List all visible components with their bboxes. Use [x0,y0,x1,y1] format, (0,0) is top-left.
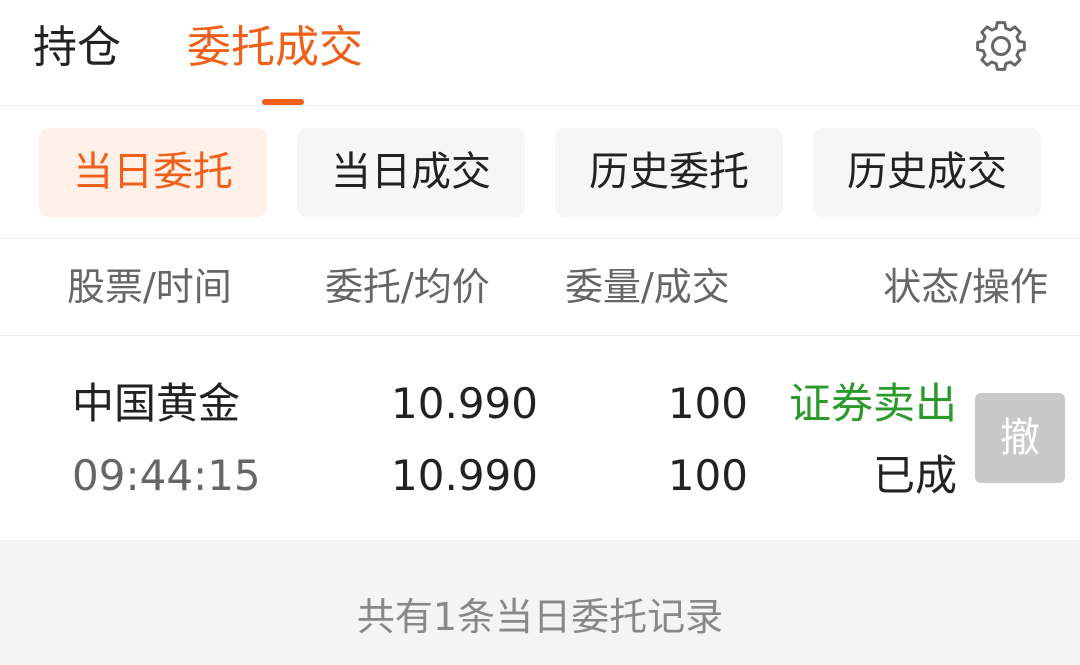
table-header: 股票/时间 委托/均价 委量/成交 状态/操作 [0,239,1080,336]
record-count-summary: 共有1条当日委托记录 [356,595,724,639]
order-time: 09:44:15 [72,451,261,500]
tab-holdings[interactable]: 持仓 [33,18,121,78]
filter-today-orders[interactable]: 当日委托 [39,128,267,217]
list-footer: 共有1条当日委托记录 [0,540,1080,665]
filter-today-trades[interactable]: 当日成交 [297,128,525,217]
filter-history-orders[interactable]: 历史委托 [555,128,783,217]
order-filter-bar: 当日委托 当日成交 历史委托 历史成交 [0,106,1080,239]
stock-name: 中国黄金 [72,379,241,428]
column-status-action: 状态/操作 [883,265,1048,309]
filter-history-trades[interactable]: 历史成交 [813,128,1041,217]
order-side: 证券卖出 [788,379,957,428]
gear-icon [976,21,1026,71]
column-price-avg: 委托/均价 [325,265,490,309]
settings-button[interactable] [972,17,1030,75]
cancel-order-button[interactable]: 撤 [975,393,1065,483]
column-qty-filled: 委量/成交 [565,265,730,309]
orders-page: 持仓 委托成交 当日委托 当日成交 历史委托 历史成交 股票/时间 委托/均价 … [0,0,1080,665]
column-stock-time: 股票/时间 [67,265,232,309]
active-tab-indicator [262,99,304,105]
order-quantity: 100 [667,379,748,428]
order-price: 10.990 [391,379,538,428]
average-price: 10.990 [391,451,538,500]
tab-orders-trades[interactable]: 委托成交 [187,18,363,78]
order-status: 已成 [872,451,957,500]
filled-quantity: 100 [667,451,748,500]
table-row[interactable]: 中国黄金 09:44:15 10.990 10.990 100 100 证券卖出… [0,336,1080,540]
top-tab-bar: 持仓 委托成交 [0,0,1080,106]
